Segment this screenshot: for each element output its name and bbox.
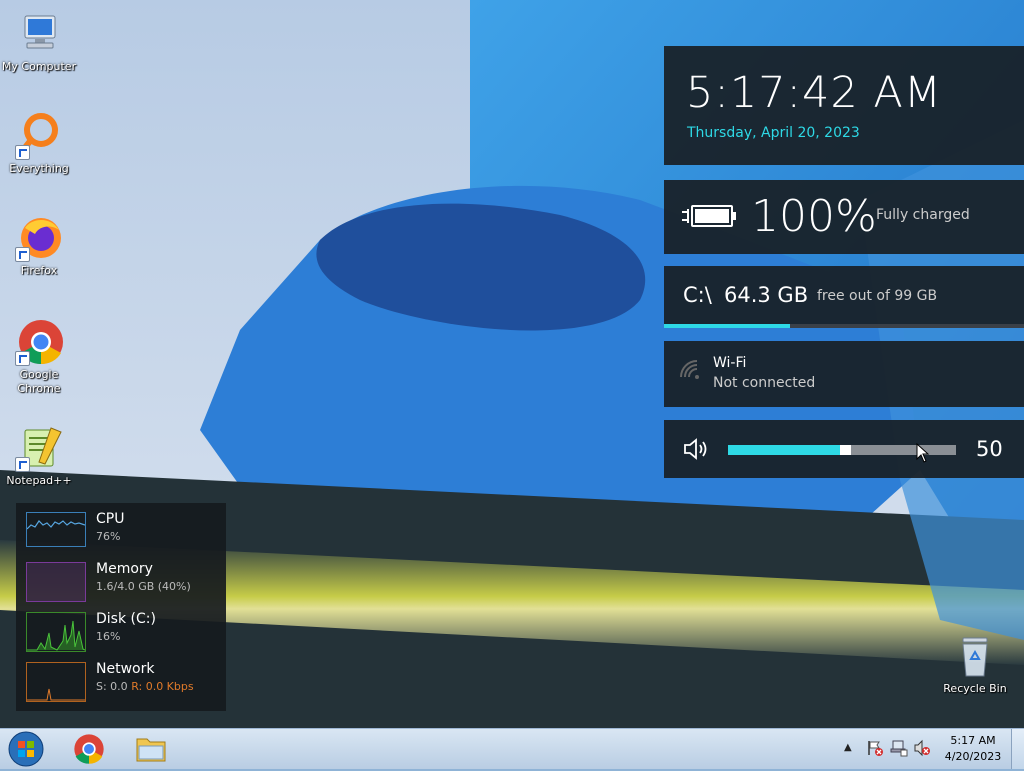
clock-widget: 5:17:42 AM Thursday, April 20, 2023	[664, 46, 1024, 165]
start-button[interactable]	[6, 730, 46, 768]
taskbar-clock-time: 5:17 AM	[950, 734, 996, 747]
disk-drive-label: C:\	[683, 283, 712, 307]
desktop-icon-firefox[interactable]: Firefox	[0, 214, 78, 278]
disk-detail: free out of 99 GB	[817, 288, 938, 304]
desktop-icon-label: Google Chrome	[17, 368, 61, 395]
volume-slider-fill	[728, 445, 842, 455]
battery-icon	[680, 201, 738, 235]
volume-widget: 50	[664, 420, 1024, 478]
shortcut-arrow-icon	[15, 145, 30, 160]
clock-time: 5:17:42 AM	[686, 68, 942, 118]
volume-slider-thumb[interactable]	[840, 445, 851, 455]
network-graph	[26, 662, 86, 702]
wifi-status: Not connected	[713, 375, 816, 391]
action-center-flag-icon[interactable]	[866, 739, 884, 761]
battery-widget: 100% Fully charged	[664, 180, 1024, 254]
shortcut-arrow-icon	[15, 457, 30, 472]
taskbar-clock-date: 4/20/2023	[944, 750, 1002, 763]
shortcut-arrow-icon	[15, 247, 30, 262]
network-recv-value: R: 0.0 Kbps	[131, 680, 194, 693]
meter-disk: Disk (C:) 16%	[16, 603, 226, 653]
meter-network-value: S: 0.0 R: 0.0 Kbps	[96, 680, 194, 693]
folder-icon	[135, 735, 167, 767]
meter-network-name: Network	[96, 661, 155, 677]
notepadpp-icon	[15, 424, 63, 472]
desktop-icon-label: Notepad++	[6, 474, 72, 487]
wifi-name: Wi-Fi	[713, 355, 747, 371]
shortcut-arrow-icon	[15, 351, 30, 366]
disk-graph	[26, 612, 86, 652]
desktop-icon-label: My Computer	[1, 60, 77, 73]
network-send-value: S: 0.0	[96, 680, 128, 693]
computer-icon	[15, 10, 63, 58]
meter-disk-value: 16%	[96, 630, 121, 643]
clock-date: Thursday, April 20, 2023	[687, 125, 860, 141]
disk-widget: C:\ 64.3 GB free out of 99 GB	[664, 266, 1024, 328]
battery-percent: 100%	[751, 191, 877, 242]
desktop-icon-label: Everything	[9, 162, 69, 175]
taskbar: ▲ 5:17 AM 4/20/2023	[0, 728, 1024, 769]
volume-value: 50	[976, 437, 1003, 461]
meter-cpu-value: 76%	[96, 530, 121, 543]
cpu-graph	[26, 512, 86, 547]
meter-memory-value: 1.6/4.0 GB (40%)	[96, 580, 191, 593]
taskbar-explorer-button[interactable]	[124, 730, 178, 768]
desktop-icon-label: Firefox	[20, 264, 58, 277]
recycle-bin-icon	[951, 632, 999, 680]
disk-free-value: 64.3 GB	[724, 283, 809, 307]
meter-disk-name: Disk (C:)	[96, 611, 156, 627]
desktop-icon-google-chrome[interactable]: Google Chrome	[0, 318, 78, 396]
meter-cpu: CPU 76%	[16, 503, 226, 553]
desktop-icon-label: Recycle Bin	[943, 682, 1007, 695]
mouse-cursor-icon	[916, 442, 930, 467]
show-hidden-icons-chevron-icon[interactable]: ▲	[844, 742, 852, 753]
wifi-widget: Wi-Fi Not connected	[664, 341, 1024, 407]
desktop-icon-everything[interactable]: Everything	[0, 112, 78, 176]
speaker-icon[interactable]	[683, 438, 711, 464]
desktop-icon-recycle-bin[interactable]: Recycle Bin	[936, 632, 1014, 696]
taskbar-chrome-button[interactable]	[62, 730, 116, 768]
chrome-icon	[73, 733, 105, 769]
system-meters-panel: CPU 76% Memory 1.6/4.0 GB (40%) Disk (C:…	[16, 503, 226, 711]
memory-graph	[26, 562, 86, 602]
taskbar-clock[interactable]: 5:17 AM 4/20/2023	[940, 732, 1006, 766]
meter-network: Network S: 0.0 R: 0.0 Kbps	[16, 653, 226, 703]
meter-cpu-name: CPU	[96, 511, 125, 527]
battery-status: Fully charged	[876, 207, 970, 223]
desktop-icon-notepadpp[interactable]: Notepad++	[0, 424, 78, 488]
disk-usage-fill	[664, 324, 790, 328]
network-tray-icon[interactable]	[890, 739, 908, 761]
desktop-icon-my-computer[interactable]: My Computer	[0, 10, 78, 74]
meter-memory-name: Memory	[96, 561, 153, 577]
wifi-icon	[678, 358, 702, 386]
windows-logo-icon	[8, 731, 44, 771]
disk-usage-bar	[664, 324, 1024, 328]
firefox-icon	[15, 214, 63, 262]
chrome-icon	[15, 318, 63, 366]
meter-memory: Memory 1.6/4.0 GB (40%)	[16, 553, 226, 603]
volume-muted-tray-icon[interactable]	[913, 739, 931, 761]
everything-icon	[15, 112, 63, 160]
show-desktop-button[interactable]	[1011, 729, 1024, 769]
